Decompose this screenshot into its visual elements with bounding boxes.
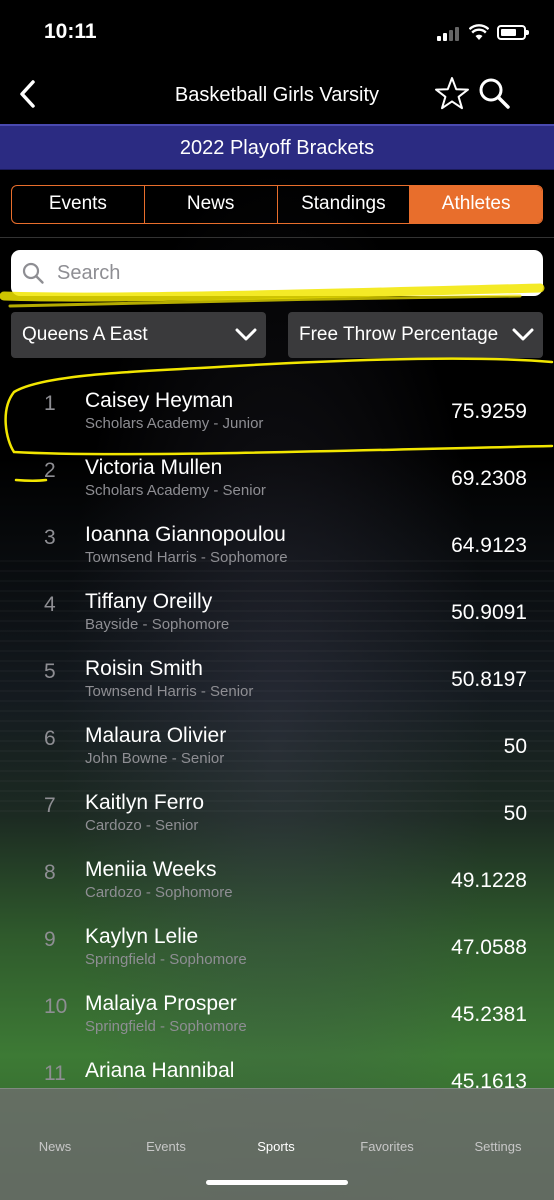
athletes-list: 1 Caisey Heyman Scholars Academy - Junio… — [0, 372, 554, 1109]
search-input[interactable] — [57, 258, 527, 288]
list-item[interactable]: 9 Kaylyn Lelie Springfield - Sophomore 4… — [0, 908, 554, 975]
stat-value: 45.2381 — [451, 1003, 527, 1026]
league-dropdown-value: Queens A East — [22, 324, 148, 345]
status-time: 10:11 — [44, 20, 97, 43]
rank: 2 — [44, 459, 56, 482]
home-indicator — [206, 1180, 348, 1185]
list-item[interactable]: 4 Tiffany Oreilly Bayside - Sophomore 50… — [0, 573, 554, 640]
tabbar-sports[interactable]: Sports — [236, 1139, 316, 1154]
list-item[interactable]: 1 Caisey Heyman Scholars Academy - Junio… — [0, 372, 554, 439]
list-item[interactable]: 7 Kaitlyn Ferro Cardozo - Senior 50 — [0, 774, 554, 841]
stat-value: 50 — [503, 802, 527, 825]
athlete-school: Cardozo - Senior — [85, 817, 199, 834]
athlete-name: Tiffany Oreilly — [85, 590, 213, 613]
status-bar: 10:11 — [0, 0, 554, 66]
stat-dropdown-value: Free Throw Percentage — [299, 324, 499, 345]
athlete-school: Cardozo - Sophomore — [85, 884, 233, 901]
rank: 1 — [44, 392, 56, 415]
athlete-name: Kaylyn Lelie — [85, 925, 199, 948]
list-item[interactable]: 3 Ioanna Giannopoulou Townsend Harris - … — [0, 506, 554, 573]
nav-bar: Basketball Girls Varsity — [0, 66, 554, 122]
rank: 9 — [44, 928, 56, 951]
divider — [0, 237, 554, 238]
stat-value: 69.2308 — [451, 467, 527, 490]
tab-athletes[interactable]: Athletes — [410, 186, 542, 223]
rank: 10 — [44, 995, 68, 1018]
athlete-school: Bayside - Sophomore — [85, 616, 230, 633]
athlete-name: Malaura Olivier — [85, 724, 227, 747]
search-icon[interactable] — [476, 76, 512, 112]
athlete-school: Scholars Academy - Junior — [85, 415, 264, 432]
athlete-name: Malaiya Prosper — [85, 992, 237, 1015]
list-item[interactable]: 6 Malaura Olivier John Bowne - Senior 50 — [0, 707, 554, 774]
cellular-signal-icon — [437, 27, 461, 41]
stat-value: 75.9259 — [451, 400, 527, 423]
search-bar — [11, 250, 543, 296]
stat-value: 50.8197 — [451, 668, 527, 691]
rank: 4 — [44, 593, 56, 616]
rank: 5 — [44, 660, 56, 683]
tab-news[interactable]: News — [145, 186, 278, 223]
tabbar-news[interactable]: News — [15, 1139, 95, 1154]
athlete-name: Meniia Weeks — [85, 858, 217, 881]
wifi-icon — [469, 24, 489, 40]
athlete-name: Roisin Smith — [85, 657, 203, 680]
tab-events[interactable]: Events — [12, 186, 145, 223]
list-item[interactable]: 8 Meniia Weeks Cardozo - Sophomore 49.12… — [0, 841, 554, 908]
athlete-school: Townsend Harris - Senior — [85, 683, 254, 700]
segmented-tabs: Events News Standings Athletes — [11, 185, 543, 224]
athlete-school: John Bowne - Senior — [85, 750, 225, 767]
stat-value: 50 — [503, 735, 527, 758]
chevron-down-icon — [235, 328, 257, 341]
athlete-school: Townsend Harris - Sophomore — [85, 549, 288, 566]
stat-value: 64.9123 — [451, 534, 527, 557]
chevron-down-icon — [512, 328, 534, 341]
athlete-name: Kaitlyn Ferro — [85, 791, 205, 814]
stat-value: 47.0588 — [451, 936, 527, 959]
stat-dropdown[interactable]: Free Throw Percentage — [288, 312, 543, 358]
rank: 8 — [44, 861, 56, 884]
tabbar-settings[interactable]: Settings — [458, 1139, 538, 1154]
list-item[interactable]: 2 Victoria Mullen Scholars Academy - Sen… — [0, 439, 554, 506]
list-item[interactable]: 5 Roisin Smith Townsend Harris - Senior … — [0, 640, 554, 707]
athlete-school: Springfield - Sophomore — [85, 951, 247, 968]
athlete-name: Victoria Mullen — [85, 456, 223, 479]
list-item[interactable]: 10 Malaiya Prosper Springfield - Sophomo… — [0, 975, 554, 1042]
stat-value: 49.1228 — [451, 869, 527, 892]
playoff-brackets-banner[interactable]: 2022 Playoff Brackets — [0, 124, 554, 170]
tab-standings[interactable]: Standings — [278, 186, 411, 223]
tabbar-favorites[interactable]: Favorites — [347, 1139, 427, 1154]
search-field-icon — [22, 262, 44, 284]
rank: 7 — [44, 794, 56, 817]
battery-icon — [497, 25, 529, 40]
athlete-name: Ioanna Giannopoulou — [85, 523, 286, 546]
athlete-school: Springfield - Sophomore — [85, 1018, 247, 1035]
rank: 3 — [44, 526, 56, 549]
athlete-name: Caisey Heyman — [85, 389, 234, 412]
tabbar-events[interactable]: Events — [126, 1139, 206, 1154]
rank: 6 — [44, 727, 56, 750]
athlete-name: Ariana Hannibal — [85, 1059, 235, 1082]
athlete-school: Scholars Academy - Senior — [85, 482, 266, 499]
favorite-star-icon[interactable] — [433, 75, 471, 113]
rank: 11 — [44, 1062, 66, 1085]
league-dropdown[interactable]: Queens A East — [11, 312, 266, 358]
stat-value: 50.9091 — [451, 601, 527, 624]
